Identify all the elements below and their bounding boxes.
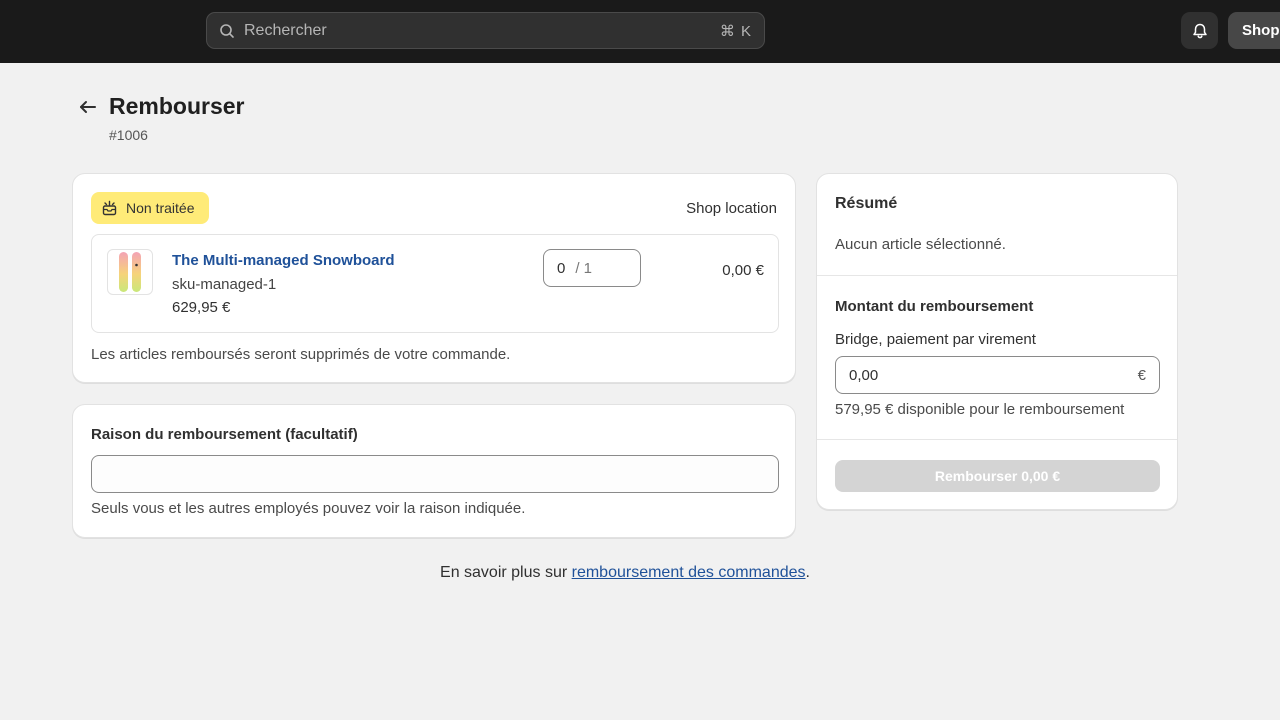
arrow-left-icon: [80, 101, 96, 113]
available-amount: 579,95 € disponible pour le remboursemen…: [835, 401, 1125, 418]
summary-title: Résumé: [835, 195, 898, 212]
product-name-link[interactable]: The Multi-managed Snowboard: [172, 252, 395, 269]
search-placeholder: Rechercher: [244, 21, 327, 39]
reason-help-text: Seuls vous et les autres employés pouvez…: [91, 500, 526, 517]
product-price: 629,95 €: [172, 299, 231, 316]
location-label: Shop location: [686, 200, 777, 217]
shop-menu-button[interactable]: Shop: [1228, 12, 1280, 49]
summary-empty-text: Aucun article sélectionné.: [835, 236, 1006, 253]
status-badge-label: Non traitée: [126, 200, 195, 216]
refund-button[interactable]: Rembourser 0,00 €: [835, 460, 1160, 492]
quantity-input[interactable]: 0 / 1: [543, 249, 641, 287]
items-note: Les articles remboursés seront supprimés…: [91, 346, 511, 363]
currency-symbol: €: [1137, 366, 1146, 384]
divider: [817, 275, 1177, 276]
product-sku: sku-managed-1: [172, 276, 277, 293]
items-card: Non traitée Shop location The Multi-mana…: [72, 173, 796, 383]
bell-icon: [1192, 23, 1207, 38]
top-bar: Rechercher ⌘ K Shop: [0, 0, 1280, 63]
line-total: 0,00 €: [722, 262, 764, 279]
footer-suffix: .: [805, 564, 810, 581]
reason-input[interactable]: [91, 455, 779, 493]
learn-more-link[interactable]: remboursement des commandes: [572, 564, 806, 581]
learn-more-footer: En savoir plus sur remboursement des com…: [0, 564, 1250, 582]
search-shortcut: ⌘ K: [719, 22, 752, 40]
footer-prefix: En savoir plus sur: [440, 564, 572, 581]
search-icon: [220, 23, 234, 38]
reason-label: Raison du remboursement (facultatif): [91, 426, 358, 443]
snowboard-image-icon: [119, 252, 141, 292]
quantity-total: / 1: [575, 259, 593, 277]
line-item: The Multi-managed Snowboard sku-managed-…: [91, 234, 779, 333]
payment-method: Bridge, paiement par virement: [835, 331, 1036, 348]
notifications-button[interactable]: [1181, 12, 1218, 49]
back-button[interactable]: [78, 97, 98, 117]
status-badge: Non traitée: [91, 192, 209, 224]
summary-card: Résumé Aucun article sélectionné. Montan…: [816, 173, 1178, 510]
reason-card: Raison du remboursement (facultatif) Seu…: [72, 404, 796, 538]
search-bar[interactable]: Rechercher ⌘ K: [206, 12, 765, 49]
page-title: Rembourser: [109, 93, 245, 119]
refund-amount-title: Montant du remboursement: [835, 298, 1034, 315]
divider: [817, 439, 1177, 440]
quantity-value: 0: [557, 259, 566, 277]
order-number: #1006: [109, 127, 148, 143]
refund-amount-value: 0,00: [849, 366, 879, 384]
product-thumbnail: [107, 249, 153, 295]
refund-amount-input[interactable]: 0,00 €: [835, 356, 1160, 394]
unfulfilled-icon: [102, 200, 117, 215]
